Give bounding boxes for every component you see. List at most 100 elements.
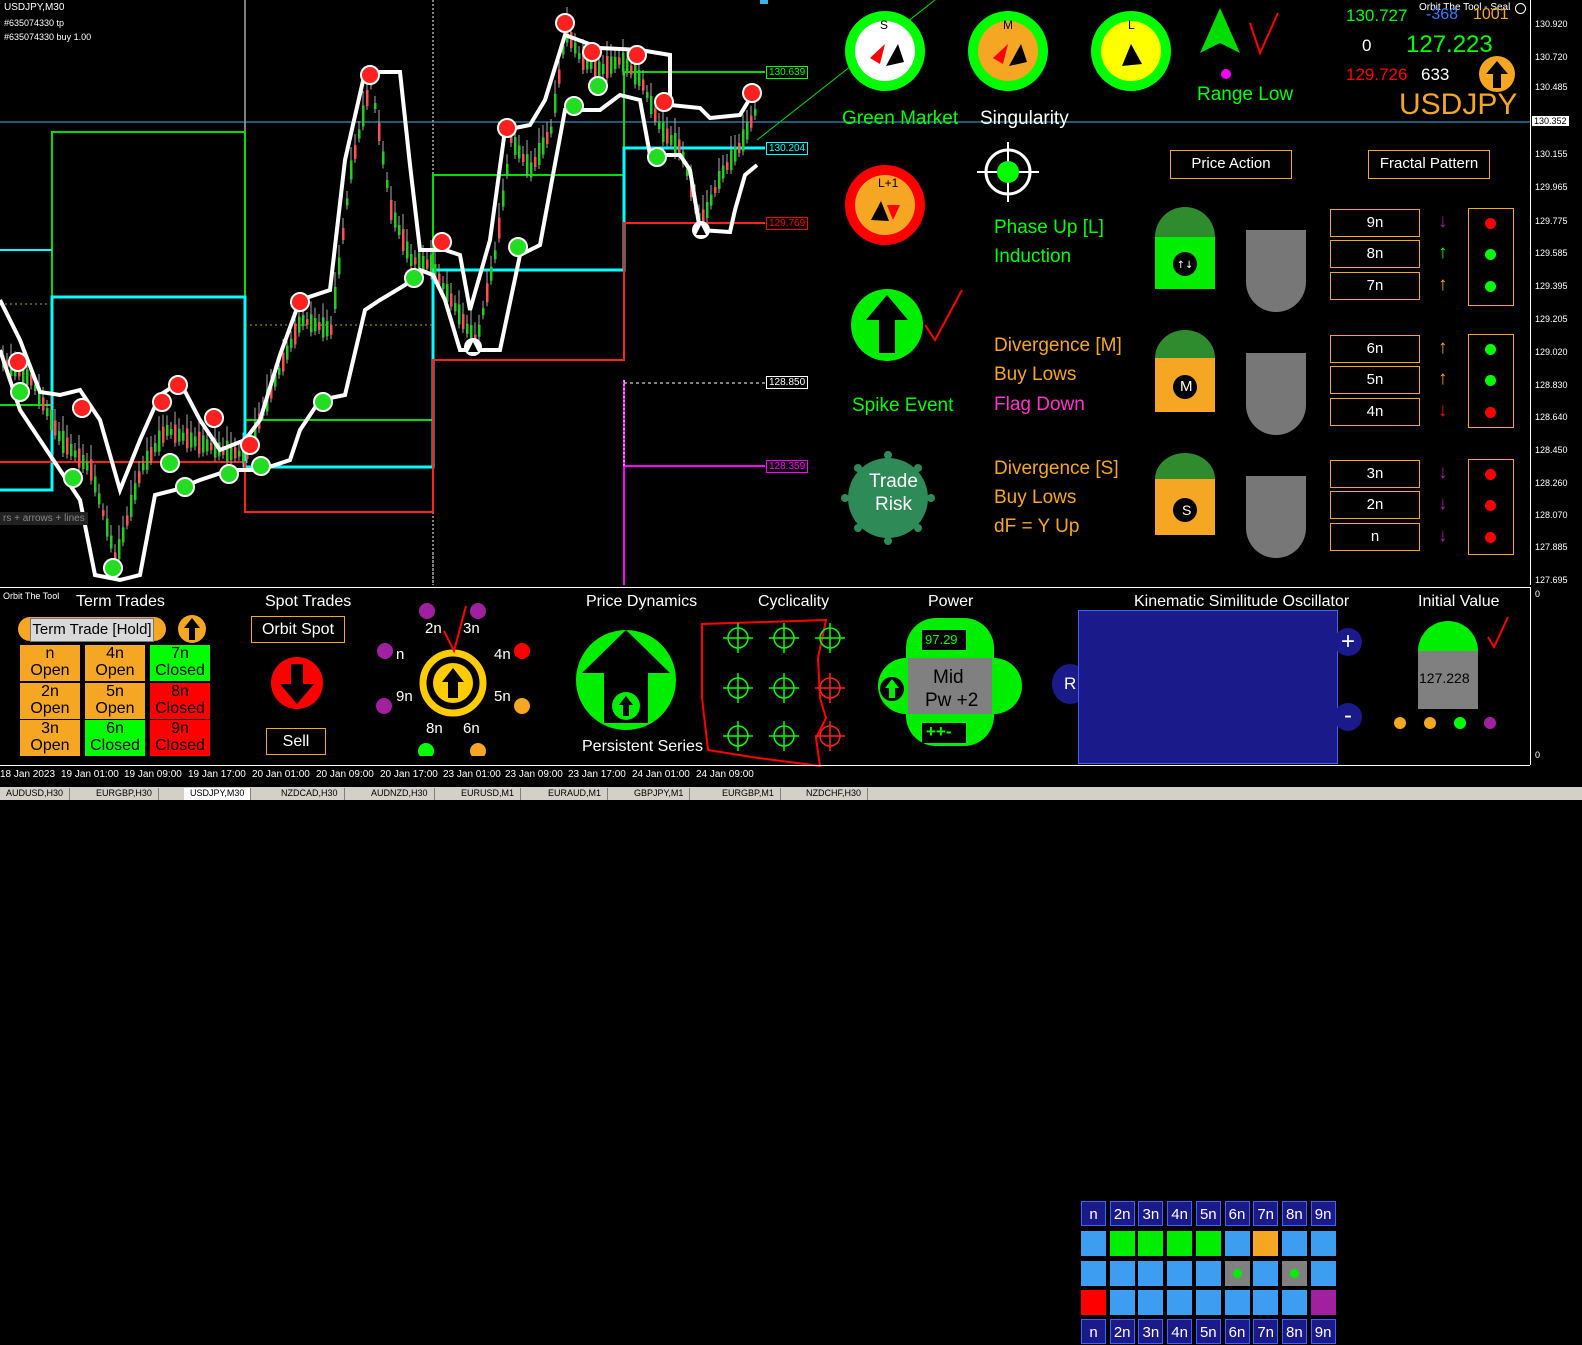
symbol-tab[interactable]: EURUSD,M1 xyxy=(455,788,522,800)
term-trade-cell[interactable]: 8n Closed xyxy=(150,683,210,719)
spike-event-label: Spike Event xyxy=(852,395,954,416)
candle-body xyxy=(478,324,481,337)
candle-body xyxy=(134,483,137,501)
sell-button[interactable]: Sell xyxy=(266,728,326,755)
symbol-tab[interactable]: NZDCAD,H30 xyxy=(275,788,345,800)
kso-cell xyxy=(1167,1231,1193,1256)
term-trade-cell[interactable]: 7n Closed xyxy=(150,645,210,681)
term-cell-status: Open xyxy=(30,700,70,717)
term-cell-status: Open xyxy=(95,700,135,717)
time-tick: 20 Jan 01:00 xyxy=(252,769,310,780)
time-tick: 23 Jan 09:00 xyxy=(505,769,563,780)
orbit-spot-button[interactable]: Orbit Spot xyxy=(251,616,345,643)
close-indicator-icon[interactable] xyxy=(1515,3,1526,14)
buy-signal-marker xyxy=(219,464,239,484)
kso-top-label: 7n xyxy=(1253,1201,1279,1226)
symbol-tab[interactable]: EURGBP,H30 xyxy=(90,788,159,800)
candle-body xyxy=(110,535,113,549)
buy-signal-marker xyxy=(63,468,83,488)
fractal-row-label: 5n xyxy=(1330,366,1420,394)
term-trade-cell[interactable]: 4n Open xyxy=(85,645,145,681)
kso-cell xyxy=(1195,1260,1221,1286)
candle-body xyxy=(598,61,601,77)
symbol-tab[interactable]: GBPJPY,M1 xyxy=(628,788,691,800)
current-price-tag: 130.352 xyxy=(1532,116,1569,126)
kso-cell xyxy=(1167,1260,1193,1286)
price-tick: 127.695 xyxy=(1535,575,1568,585)
kso-cell xyxy=(1253,1260,1279,1286)
term-trade-cell[interactable]: n Open xyxy=(20,645,80,681)
persistent-up-arrow-icon xyxy=(576,630,676,730)
candle-body xyxy=(54,420,57,436)
stat-count: 1001 xyxy=(1473,6,1509,23)
term-trade-cell[interactable]: 9n Closed xyxy=(150,720,210,756)
phase-s-sub1: Buy Lows xyxy=(994,487,1077,508)
price-tick: 129.020 xyxy=(1535,347,1568,357)
fractal-row-label: 7n xyxy=(1330,272,1420,300)
symbol-tab[interactable]: USDJPY,M30 xyxy=(184,788,252,800)
term-trade-cell[interactable]: 3n Open xyxy=(20,720,80,756)
candle-body xyxy=(634,63,637,85)
phase-s-title: Divergence [S] xyxy=(994,458,1119,479)
candle-body xyxy=(306,319,309,325)
initial-value: 127.228 xyxy=(1419,670,1470,686)
candle-body xyxy=(462,314,465,330)
candle-body xyxy=(526,154,529,174)
candle-body xyxy=(158,430,161,452)
symbol-tab[interactable]: EURAUD,M1 xyxy=(542,788,609,800)
term-trade-cell[interactable]: 6n Closed xyxy=(85,720,145,756)
price-tick: 128.260 xyxy=(1535,478,1568,488)
buy-signal-marker xyxy=(647,147,667,167)
term-trade-hold-button[interactable]: Term Trade [Hold] xyxy=(30,618,154,642)
candle-body xyxy=(662,122,665,142)
kso-grid xyxy=(1078,610,1338,764)
candle-body xyxy=(190,432,193,448)
candle-body xyxy=(142,463,145,471)
kso-bottom-label: 3n xyxy=(1138,1319,1164,1344)
time-tick: 18 Jan 2023 xyxy=(0,769,56,780)
range-low-label: Range Low xyxy=(1197,84,1294,105)
candle-body xyxy=(290,338,293,348)
orbit-label: 3n xyxy=(463,620,480,637)
kso-plus-button[interactable]: + xyxy=(1334,628,1362,656)
fractal-arrow-icon: ↓ xyxy=(1438,525,1448,546)
candle-body xyxy=(414,257,417,265)
price-action-button[interactable]: Price Action xyxy=(1170,150,1292,179)
fractal-row-label: 9n xyxy=(1330,209,1420,237)
symbol-tab[interactable]: AUDNZD,H30 xyxy=(365,788,435,800)
candlesticks xyxy=(2,7,757,565)
candle-body xyxy=(362,105,365,127)
candle-body xyxy=(410,254,413,266)
fractal-row-label: 2n xyxy=(1330,491,1420,519)
spot-trades-title: Spot Trades xyxy=(265,593,352,610)
term-trade-cell[interactable]: 2n Open xyxy=(20,683,80,719)
symbol-tab[interactable]: EURGBP,M1 xyxy=(716,788,781,800)
candle-body xyxy=(366,90,369,106)
kso-cell xyxy=(1224,1231,1250,1256)
price-chart[interactable]: 130.639 130.204 129.769 128.850 128.359 USDJ… xyxy=(0,0,1530,585)
price-tick: 129.965 xyxy=(1535,182,1568,192)
range-dot-icon xyxy=(1221,69,1231,79)
kso-cell xyxy=(1081,1290,1106,1315)
symbol-tab[interactable]: NZDCHF,H30 xyxy=(800,788,869,800)
kso-minus-button[interactable]: - xyxy=(1334,703,1362,731)
candle-body xyxy=(394,212,397,228)
candle-body xyxy=(718,171,721,189)
symbol-tab[interactable]: AUDUSD,H30 xyxy=(0,788,71,800)
candle-body xyxy=(454,303,457,312)
cyclicality-title: Cyclicality xyxy=(758,593,830,610)
candle-body xyxy=(106,518,109,537)
sell-signal-marker xyxy=(497,118,517,138)
candle-body xyxy=(538,143,541,165)
candle-body xyxy=(310,314,313,333)
stat-delta: -368 xyxy=(1426,6,1459,23)
term-cell-period: 6n xyxy=(106,720,124,737)
fractal-pattern-button[interactable]: Fractal Pattern xyxy=(1368,150,1490,179)
candle-body xyxy=(618,57,621,65)
fractal-row-label: 8n xyxy=(1330,240,1420,268)
term-trade-cell[interactable]: 5n Open xyxy=(85,683,145,719)
range-arrow-icon xyxy=(1200,8,1279,56)
candle-body xyxy=(350,160,353,180)
candle-body xyxy=(386,180,389,188)
candle-body xyxy=(138,471,141,484)
